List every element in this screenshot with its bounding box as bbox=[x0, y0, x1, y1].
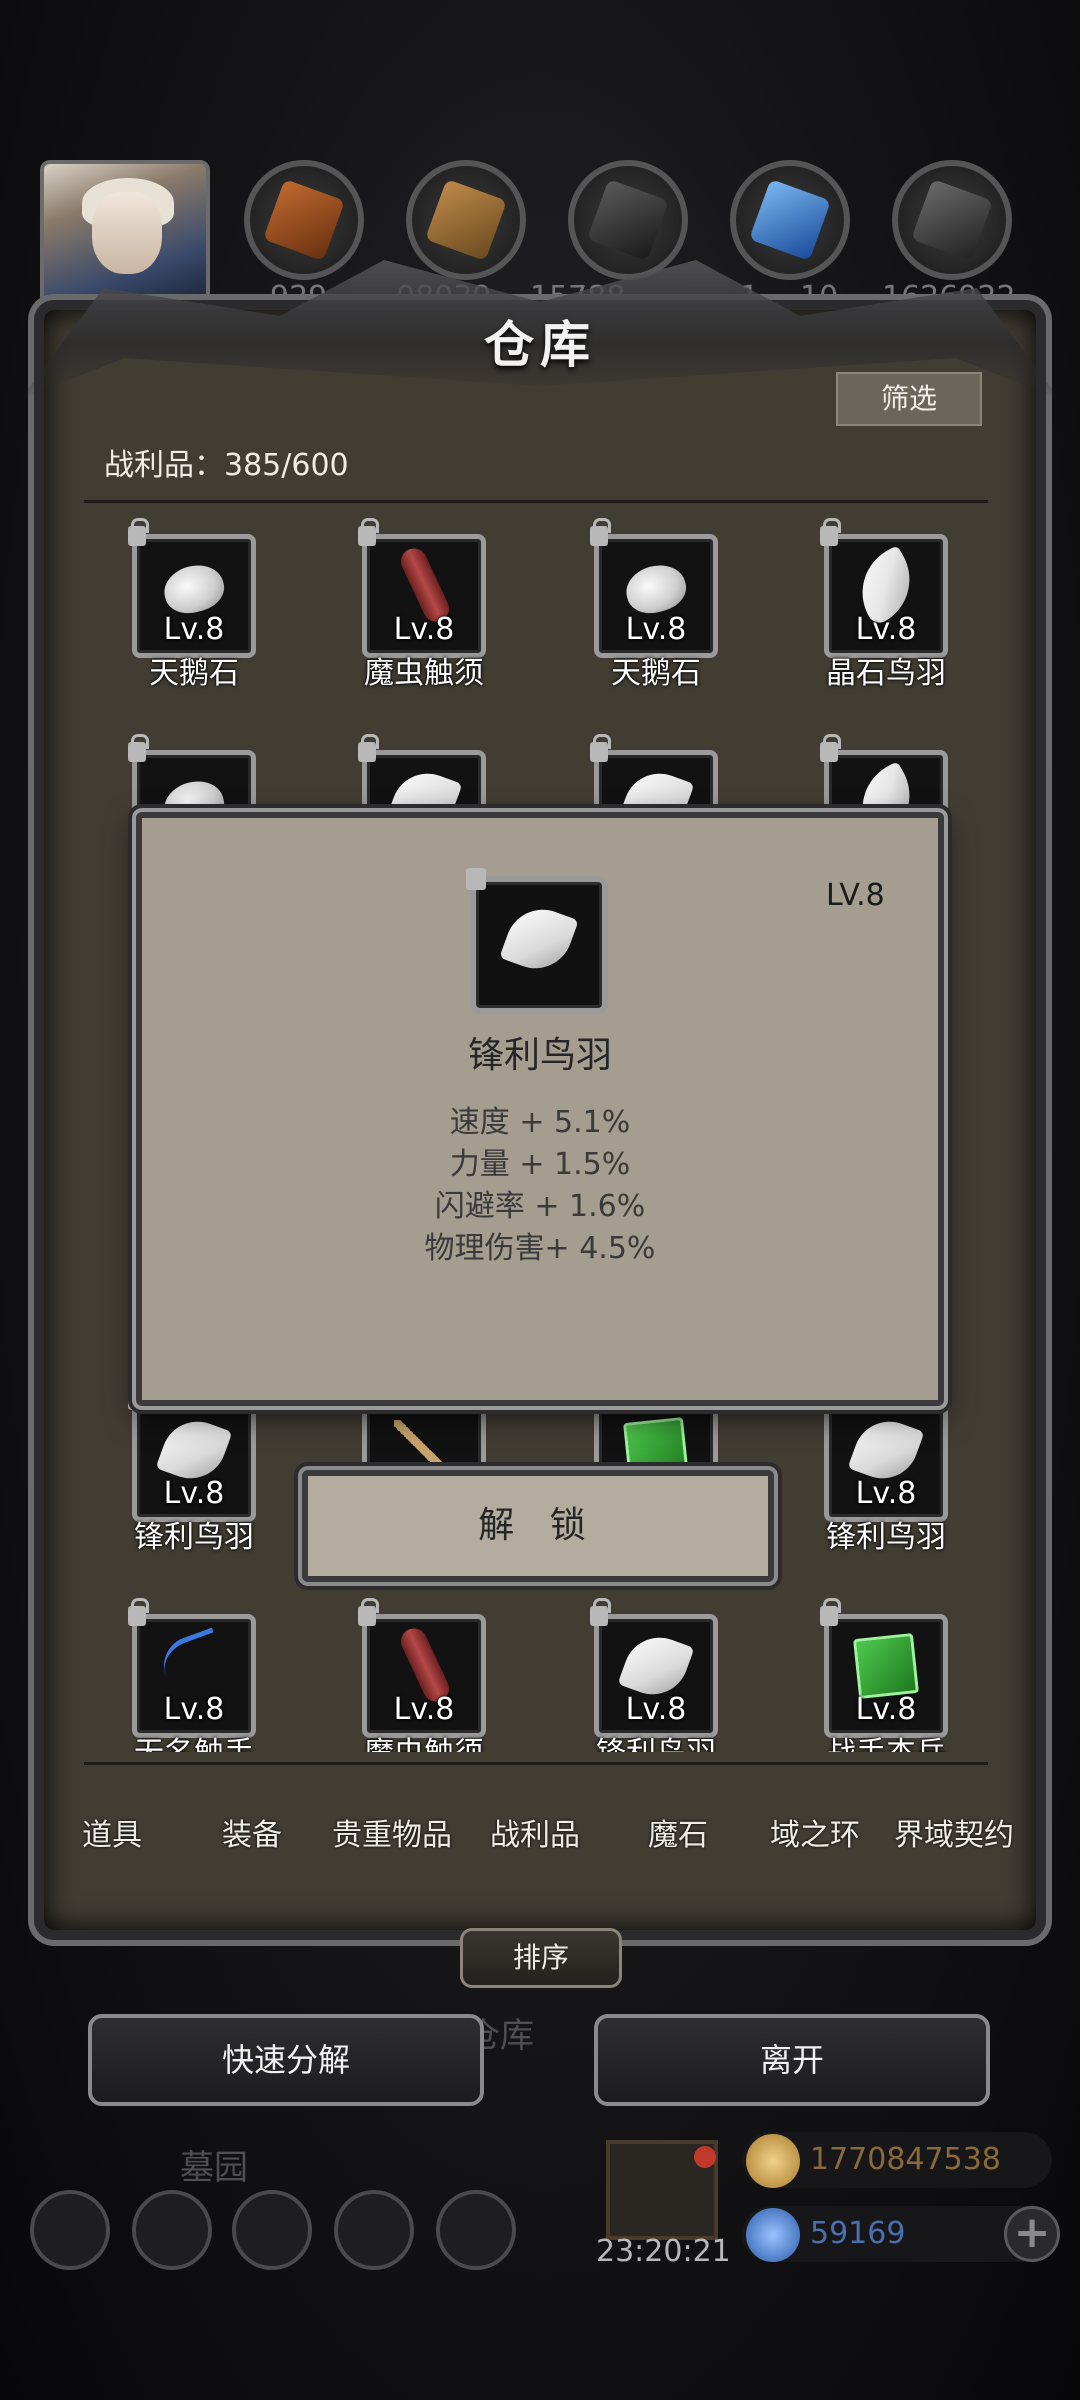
tab-equipment[interactable]: 装备 bbox=[222, 1810, 282, 1854]
add-currency-button[interactable]: + bbox=[1004, 2206, 1060, 2262]
stat-line: 闪避率 + 1.6% bbox=[434, 1189, 646, 1224]
item-name: 天鹅石 bbox=[149, 656, 239, 691]
item-slot[interactable]: Lv.8 天鹅石 bbox=[590, 518, 718, 691]
tab-magic-stone[interactable]: 魔石 bbox=[648, 1810, 708, 1854]
stat-line: 速度 + 5.1% bbox=[449, 1105, 631, 1140]
panel-title: 仓库 bbox=[484, 315, 596, 374]
unlock-button[interactable]: 解 锁 bbox=[302, 1470, 774, 1582]
plank-resource-icon[interactable] bbox=[406, 160, 526, 280]
stat-line: 物理伤害+ 4.5% bbox=[424, 1231, 656, 1266]
tab-domain-ring[interactable]: 域之环 bbox=[770, 1810, 860, 1854]
divider bbox=[84, 500, 988, 503]
lock-icon bbox=[358, 734, 379, 762]
item-name: 锋利鸟羽 bbox=[134, 1520, 254, 1555]
lock-icon bbox=[358, 518, 379, 546]
item-level: Lv.8 bbox=[163, 612, 225, 647]
tab-items[interactable]: 道具 bbox=[82, 1810, 142, 1854]
item-slot[interactable]: Lv.8 魔虫触须 bbox=[358, 518, 486, 691]
gold-amount: 1770847538 bbox=[810, 2142, 1001, 2177]
ore-resource-icon[interactable] bbox=[892, 160, 1012, 280]
divider bbox=[84, 1762, 988, 1765]
lock-icon bbox=[820, 1598, 841, 1626]
popup-item-level: LV.8 bbox=[826, 878, 885, 913]
tab-realm-contract[interactable]: 界域契约 bbox=[894, 1810, 1014, 1854]
item-level: Lv.8 bbox=[393, 612, 455, 647]
item-slot[interactable]: Lv.8 锋利鸟羽 bbox=[128, 1382, 256, 1555]
lock-icon bbox=[128, 1598, 149, 1626]
top-resource-bar: 929 08039 15788 1 10 1626922 bbox=[0, 150, 1080, 320]
notification-dot bbox=[694, 2146, 716, 2168]
mail-icon[interactable] bbox=[334, 2190, 414, 2270]
lock-icon bbox=[590, 1598, 611, 1626]
popup-stats: 速度 + 5.1% 力量 + 1.5% 闪避率 + 1.6% 物理伤害+ 4.5… bbox=[136, 1102, 944, 1270]
wood-resource-icon[interactable] bbox=[244, 160, 364, 280]
player-avatar[interactable] bbox=[40, 160, 210, 310]
item-name: 无名触手 bbox=[92, 1728, 296, 1752]
item-slot[interactable]: Lv.8 晶石鸟羽 bbox=[820, 518, 948, 691]
item-level: Lv.8 bbox=[393, 1692, 455, 1727]
loot-count: 战利品：385/600 bbox=[104, 448, 349, 483]
popup-item-name: 锋利鸟羽 bbox=[467, 1035, 612, 1076]
gold-coin-icon bbox=[746, 2134, 800, 2188]
guild-icon[interactable] bbox=[232, 2190, 312, 2270]
badge-icon[interactable] bbox=[132, 2190, 212, 2270]
title-plate: 仓库 bbox=[430, 300, 650, 390]
lock-icon bbox=[590, 518, 611, 546]
gem-amount: 59169 bbox=[810, 2216, 906, 2251]
crystal-resource-icon[interactable] bbox=[730, 160, 850, 280]
lock-icon bbox=[128, 734, 149, 762]
item-slot[interactable]: Lv.8 锋利鸟羽 bbox=[820, 1382, 948, 1555]
item-name: 天鹅石 bbox=[611, 656, 701, 691]
item-slot[interactable]: Lv.8 锋利鸟羽 bbox=[590, 1598, 718, 1752]
leave-button[interactable]: 离开 bbox=[594, 2014, 990, 2106]
item-level: Lv.8 bbox=[855, 1692, 917, 1727]
tab-loot[interactable]: 战利品 bbox=[490, 1810, 580, 1854]
shield-icon[interactable] bbox=[436, 2190, 516, 2270]
item-name: 战手杰岳 bbox=[784, 1728, 988, 1752]
item-name: 锋利鸟羽 bbox=[554, 1728, 758, 1752]
green-tablet-icon bbox=[853, 1633, 919, 1699]
item-slot[interactable]: Lv.8 魔虫触须 bbox=[358, 1598, 486, 1752]
lock-icon bbox=[590, 734, 611, 762]
clock: 23:20:21 bbox=[596, 2234, 731, 2269]
quick-decompose-button[interactable]: 快速分解 bbox=[88, 2014, 484, 2106]
item-level: Lv.8 bbox=[163, 1692, 225, 1727]
tab-valuables[interactable]: 贵重物品 bbox=[332, 1810, 452, 1854]
avatar-face bbox=[92, 192, 162, 274]
item-slot[interactable]: Lv.8 战手杰岳 bbox=[820, 1598, 948, 1752]
item-slot[interactable]: Lv.8 无名触手 bbox=[128, 1598, 256, 1752]
lock-icon bbox=[358, 1598, 379, 1626]
item-level: Lv.8 bbox=[163, 1476, 225, 1511]
popup-item-icon bbox=[466, 868, 608, 1014]
stat-line: 力量 + 1.5% bbox=[449, 1147, 631, 1182]
lock-icon bbox=[820, 734, 841, 762]
lock-icon bbox=[128, 518, 149, 546]
item-name: 魔虫触须 bbox=[322, 1728, 526, 1752]
item-name: 魔虫触须 bbox=[364, 656, 484, 691]
category-tabs: 道具 装备 贵重物品 战利品 魔石 域之环 界域契约 bbox=[48, 1780, 1038, 1880]
item-level: Lv.8 bbox=[625, 1692, 687, 1727]
blue-gem-icon bbox=[746, 2208, 800, 2262]
background-graveyard-label: 墓园 bbox=[180, 2148, 248, 2188]
sort-button[interactable]: 排序 bbox=[460, 1928, 622, 1988]
iron-resource-icon[interactable] bbox=[568, 160, 688, 280]
item-level: Lv.8 bbox=[625, 612, 687, 647]
lock-icon bbox=[820, 518, 841, 546]
filter-button[interactable]: 筛选 bbox=[836, 372, 982, 426]
item-name: 晶石鸟羽 bbox=[826, 656, 946, 691]
item-level: Lv.8 bbox=[855, 612, 917, 647]
settings-icon[interactable] bbox=[30, 2190, 110, 2270]
item-slot[interactable]: Lv.8 天鹅石 bbox=[128, 518, 256, 691]
item-name: 锋利鸟羽 bbox=[826, 1520, 946, 1555]
item-level: Lv.8 bbox=[855, 1476, 917, 1511]
lock-icon bbox=[466, 868, 486, 890]
